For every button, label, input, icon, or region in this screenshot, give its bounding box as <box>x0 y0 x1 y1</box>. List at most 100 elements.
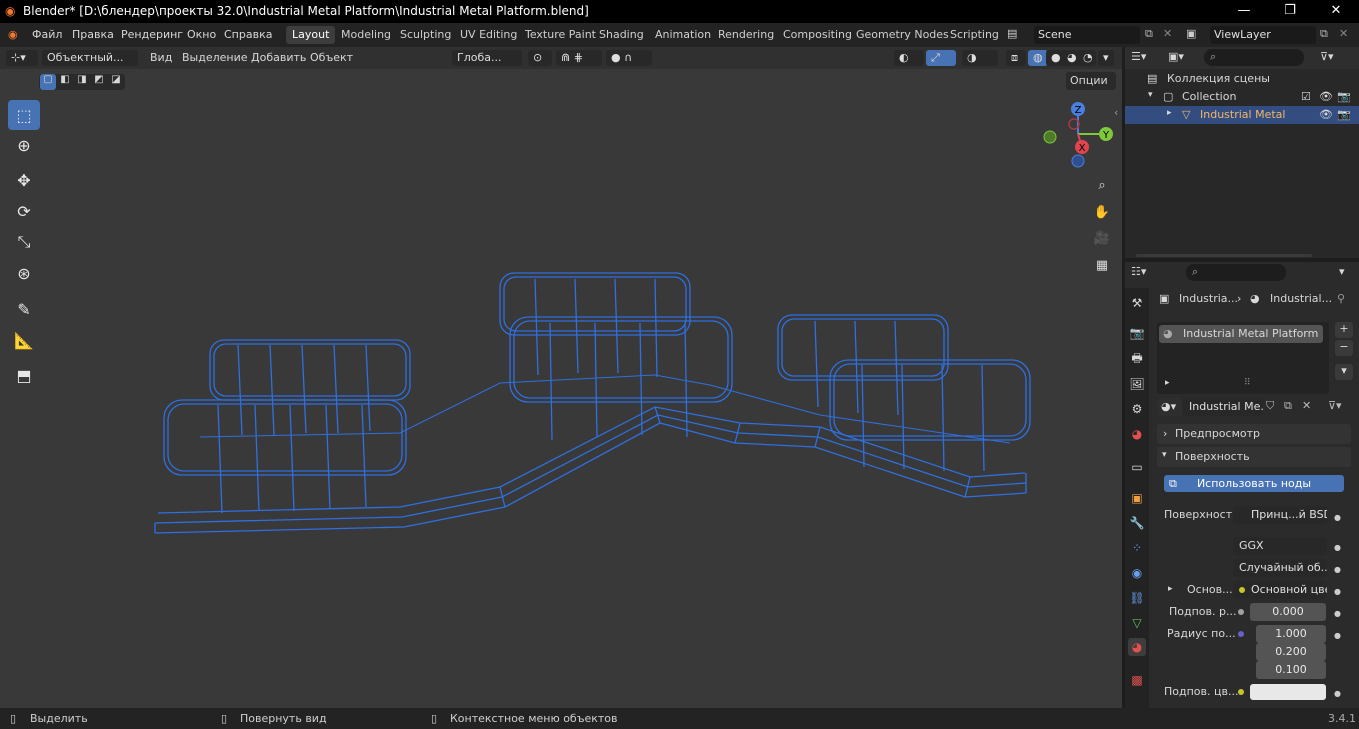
delete-view-layer-icon[interactable]: ✕ <box>1339 27 1348 40</box>
zoom-icon[interactable]: ⌕ <box>1091 174 1113 196</box>
duplicate-material-icon[interactable]: ⧉ <box>1284 399 1292 413</box>
tab-uv-editing[interactable]: UV Editing <box>454 26 523 44</box>
orientation-dropdown[interactable]: Глоба... <box>452 50 522 66</box>
select-invert-icon[interactable]: ◩ <box>91 74 107 90</box>
measure-tool-icon[interactable]: 📐 <box>8 325 40 355</box>
mode-dropdown[interactable]: Объектный... <box>42 50 138 66</box>
add-slot-button[interactable]: + <box>1335 322 1353 338</box>
pin-icon[interactable]: ⚲ <box>1337 292 1345 305</box>
scene-tab-icon[interactable]: ⚙ <box>1128 400 1146 418</box>
properties-search-input[interactable] <box>1186 264 1286 281</box>
material-slot-item[interactable]: ◕ Industrial Metal Platform <box>1159 325 1323 343</box>
delete-scene-icon[interactable]: ✕ <box>1163 27 1172 40</box>
output-tab-icon[interactable]: 🖶 <box>1128 350 1146 368</box>
menu-window[interactable]: Окно <box>187 28 216 41</box>
menu-object[interactable]: Объект <box>310 51 353 64</box>
use-nodes-button[interactable]: ⧉ Использовать ноды <box>1164 475 1344 492</box>
select-subtract-icon[interactable]: ◨ <box>74 74 90 90</box>
subsurface-color-keyframe-icon[interactable]: ● <box>1334 689 1341 698</box>
filter-icon[interactable]: ⊽▾ <box>1320 50 1334 63</box>
object-tab-icon[interactable]: ▣ <box>1128 489 1146 507</box>
object-eye-icon[interactable]: 👁 <box>1319 108 1333 121</box>
new-view-layer-icon[interactable]: ⧉ <box>1320 27 1328 41</box>
maximize-button[interactable]: ❐ <box>1267 2 1313 22</box>
view-layer-tab-icon[interactable]: 🖼 <box>1128 375 1146 393</box>
tab-layout[interactable]: Layout <box>286 26 336 44</box>
outliner-search-input[interactable] <box>1204 49 1304 66</box>
outliner-row-collection[interactable]: ▾ ▢ Collection ☑ 👁 📷 <box>1125 88 1359 106</box>
tab-compositing[interactable]: Compositing <box>777 26 858 44</box>
sidebar-toggle-icon[interactable]: ‹ <box>1114 106 1118 119</box>
world-tab-icon[interactable]: ◕ <box>1128 425 1146 443</box>
tab-scripting[interactable]: Scripting <box>944 26 1005 44</box>
physics-tab-icon[interactable]: ◉ <box>1128 564 1146 582</box>
texture-tab-icon[interactable]: ▩ <box>1128 671 1146 689</box>
tab-modeling[interactable]: Modeling <box>335 26 397 44</box>
scale-tool-icon[interactable]: ⤡ <box>8 227 40 257</box>
base-color-expand-icon[interactable]: ▸ <box>1168 584 1173 594</box>
distribution-keyframe-icon[interactable]: ● <box>1334 543 1341 552</box>
collection-tab-icon[interactable]: ▭ <box>1128 458 1146 476</box>
view-layer-field[interactable]: ViewLayer <box>1210 26 1316 44</box>
modifier-tab-icon[interactable]: 🔧 <box>1128 514 1146 532</box>
material-tab-icon[interactable]: ◕ <box>1128 638 1146 656</box>
collection-checkbox-icon[interactable]: ☑ <box>1301 90 1311 103</box>
collection-camera-icon[interactable]: 📷 <box>1337 90 1351 103</box>
tool-tab-icon[interactable]: ⚒ <box>1128 294 1146 312</box>
shading-options-icon[interactable]: ▾ <box>1098 50 1114 66</box>
menu-help[interactable]: Справка <box>224 28 272 41</box>
tab-texture-paint[interactable]: Texture Paint <box>519 26 602 44</box>
slot-expand-icon[interactable]: ▸ <box>1165 378 1170 388</box>
fake-user-icon[interactable]: ⛉ <box>1266 399 1274 413</box>
radius-y-field[interactable]: 0.200 <box>1256 643 1326 661</box>
annotate-tool-icon[interactable]: ✎ <box>8 294 40 324</box>
tab-sculpting[interactable]: Sculpting <box>394 26 457 44</box>
properties-options-icon[interactable]: ▾ <box>1339 265 1345 278</box>
distribution-dropdown[interactable]: GGX <box>1233 537 1327 555</box>
subsurface-method-dropdown[interactable]: Случайный об... <box>1233 559 1327 577</box>
method-keyframe-icon[interactable]: ● <box>1334 565 1341 574</box>
select-extend-icon[interactable]: ◧ <box>57 74 73 90</box>
menu-render[interactable]: Рендеринг <box>121 28 183 41</box>
subsurface-color-swatch[interactable] <box>1250 684 1326 700</box>
radius-keyframe-icon[interactable]: ● <box>1334 631 1341 640</box>
transform-tool-icon[interactable]: ⊛ <box>8 258 40 288</box>
gizmo-toggle-icon[interactable]: ⤢ <box>926 50 956 66</box>
collapse-arrow-icon[interactable]: ▾ <box>1148 90 1153 100</box>
surface-shader-dropdown[interactable]: Принц...й BSDF <box>1233 506 1327 524</box>
navigation-gizmo[interactable]: Z Y X <box>1036 98 1118 170</box>
surface-keyframe-icon[interactable]: ● <box>1334 513 1341 522</box>
select-new-icon[interactable]: ▢ <box>40 74 56 90</box>
tab-rendering[interactable]: Rendering <box>712 26 780 44</box>
object-camera-icon[interactable]: 📷 <box>1337 108 1351 121</box>
properties-editor-icon[interactable]: ☷▾ <box>1131 265 1146 278</box>
visibility-icon[interactable]: ◐ <box>894 50 924 66</box>
slot-resize-handle-icon[interactable]: ⠿ <box>1244 378 1251 388</box>
wireframe-model[interactable] <box>150 265 1040 545</box>
cursor-tool-icon[interactable]: ⊕ <box>8 130 40 160</box>
close-button[interactable]: ✕ <box>1313 2 1359 22</box>
rotate-tool-icon[interactable]: ⟳ <box>8 196 40 226</box>
menu-edit[interactable]: Правка <box>72 28 114 41</box>
subsurface-value-field[interactable]: 0.000 <box>1250 603 1326 621</box>
unlink-material-icon[interactable]: ✕ <box>1302 399 1311 412</box>
remove-slot-button[interactable]: − <box>1335 340 1353 356</box>
particles-tab-icon[interactable]: ⁘ <box>1128 539 1146 557</box>
add-cube-tool-icon[interactable]: ⬒ <box>8 360 40 390</box>
snap-icon[interactable]: ⋒ ⋕ <box>556 50 602 66</box>
wireframe-shading-icon[interactable]: ◍ <box>1028 50 1048 66</box>
perspective-grid-icon[interactable]: ▦ <box>1091 254 1113 276</box>
material-browse-icon[interactable]: ◕▾ <box>1158 398 1182 416</box>
new-scene-icon[interactable]: ⧉ <box>1145 27 1153 41</box>
expand-arrow-icon[interactable]: ▸ <box>1167 108 1172 118</box>
constraints-tab-icon[interactable]: ⛓ <box>1128 589 1146 607</box>
tab-animation[interactable]: Animation <box>649 26 717 44</box>
collection-eye-icon[interactable]: 👁 <box>1319 90 1333 103</box>
preview-panel-header[interactable]: › Предпросмотр <box>1157 424 1351 444</box>
options-dropdown[interactable]: Опции <box>1066 72 1116 90</box>
display-mode-icon[interactable]: ▣▾ <box>1168 50 1184 63</box>
scene-name-field[interactable]: Scene <box>1034 26 1140 44</box>
render-tab-icon[interactable]: 📷 <box>1128 324 1146 342</box>
scene-icon[interactable]: ▤ <box>1007 27 1017 40</box>
subsurface-keyframe-icon[interactable]: ● <box>1334 609 1341 618</box>
